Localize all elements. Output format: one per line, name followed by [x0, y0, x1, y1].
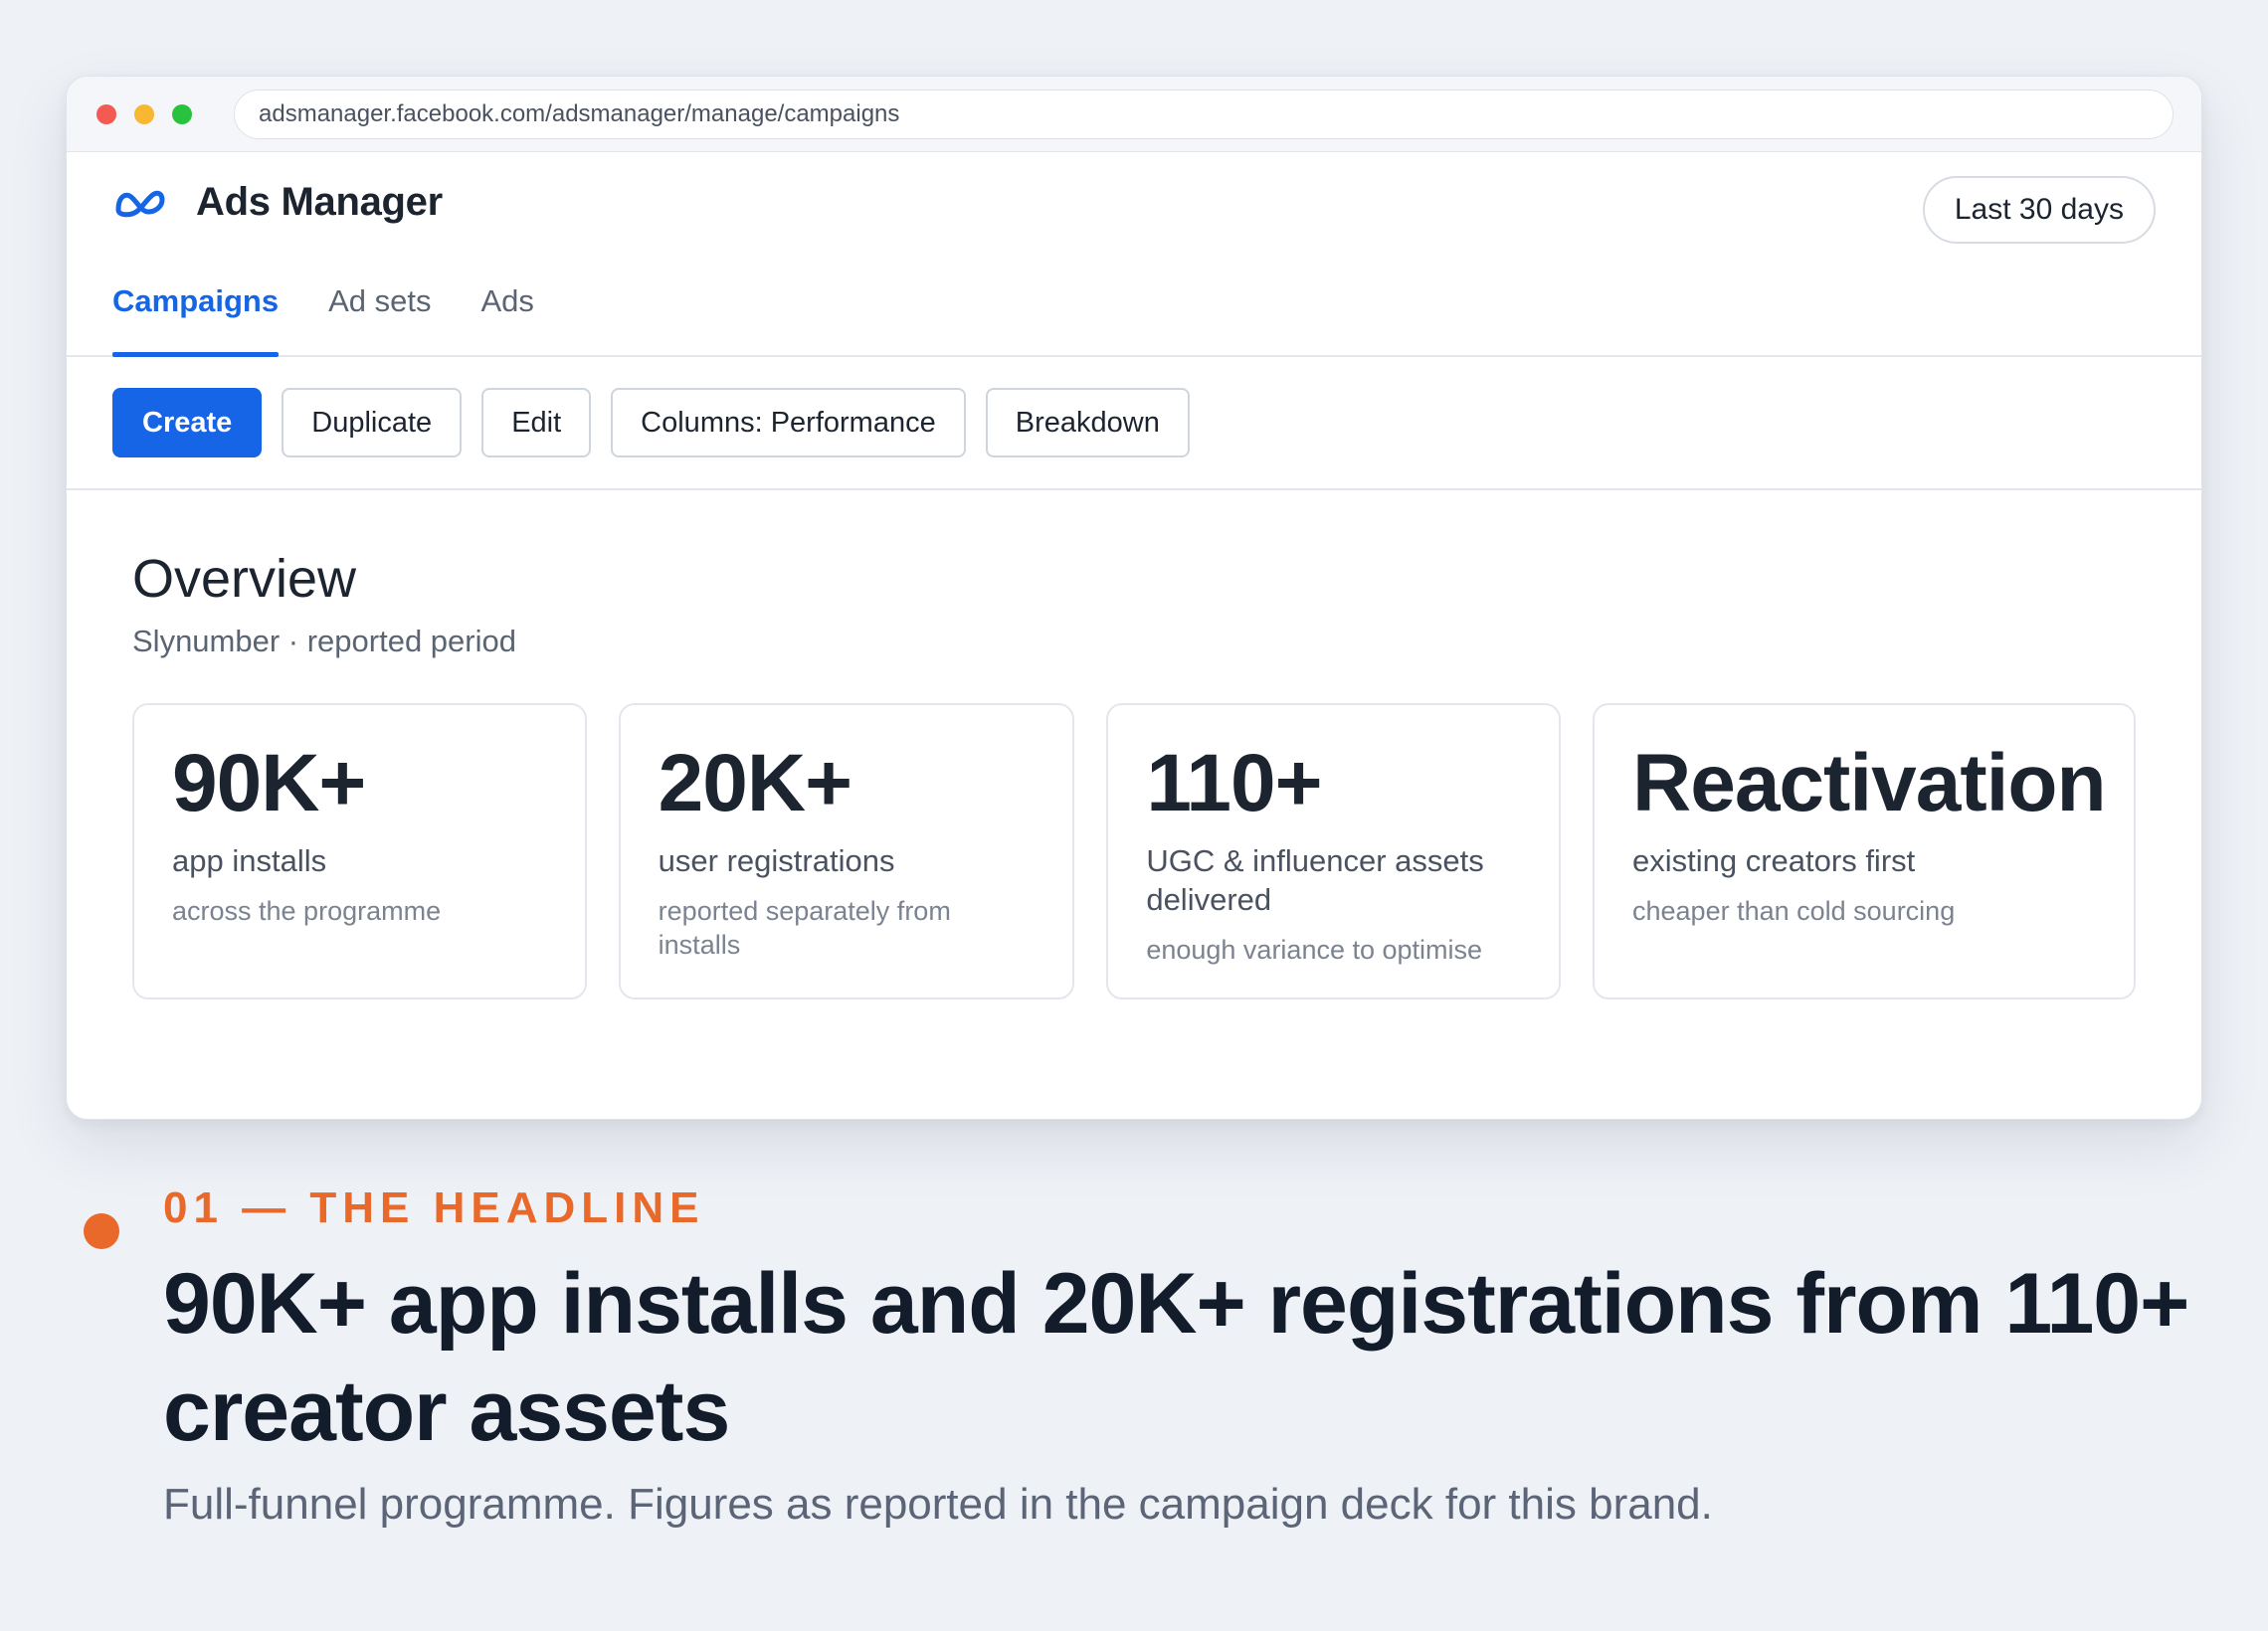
- maximize-window-button[interactable]: [172, 103, 192, 124]
- metric-card-installs: 90K+ app installs across the programme: [132, 703, 587, 999]
- metric-label: user registrations: [658, 843, 895, 879]
- overview-subtitle: Slynumber · reported period: [132, 624, 516, 658]
- toolbar: Create Duplicate Edit Columns: Performan…: [67, 357, 2201, 490]
- metric-cards: 90K+ app installs across the programme 2…: [132, 703, 2136, 999]
- headline: 90K+ app installs and 20K+ registrations…: [163, 1256, 2189, 1459]
- metric-card-reactivation: Reactivation existing creators first che…: [1593, 703, 2136, 999]
- section-marker-dot: [84, 1213, 119, 1249]
- address-bar-url: adsmanager.facebook.com/adsmanager/manag…: [259, 100, 900, 127]
- create-button[interactable]: Create: [112, 388, 263, 457]
- tab-bar: Campaigns Ad sets Ads: [67, 270, 2201, 357]
- metric-value: Reactivation: [1632, 738, 2107, 828]
- metric-value: 20K+: [658, 738, 852, 828]
- metric-value: 90K+: [172, 738, 366, 828]
- overview-section: Overview Slynumber · reported period 90K…: [67, 490, 2201, 999]
- columns-button[interactable]: Columns: Performance: [611, 388, 966, 457]
- browser-chrome: adsmanager.facebook.com/adsmanager/manag…: [67, 77, 2201, 152]
- overview-title: Overview: [132, 549, 357, 609]
- close-window-button[interactable]: [96, 103, 116, 124]
- metric-card-registrations: 20K+ user registrations reported separat…: [618, 703, 1075, 999]
- metric-label: app installs: [172, 843, 327, 879]
- section-eyebrow: 01 — THE HEADLINE: [163, 1183, 705, 1232]
- brand: Ads Manager: [114, 180, 443, 225]
- address-bar[interactable]: adsmanager.facebook.com/adsmanager/manag…: [234, 90, 2174, 139]
- subline: Full-funnel programme. Figures as report…: [163, 1480, 1713, 1529]
- tab-campaigns[interactable]: Campaigns: [112, 270, 280, 357]
- tab-ads[interactable]: Ads: [481, 270, 534, 355]
- metric-note: cheaper than cold sourcing: [1632, 895, 1956, 926]
- metric-note: across the programme: [172, 895, 442, 926]
- browser-window: adsmanager.facebook.com/adsmanager/manag…: [66, 76, 2202, 1120]
- minimize-window-button[interactable]: [134, 103, 154, 124]
- metric-card-assets: 110+ UGC & influencer assets delivered e…: [1106, 703, 1561, 999]
- metric-note: enough variance to optimise: [1146, 934, 1483, 965]
- duplicate-button[interactable]: Duplicate: [282, 388, 463, 457]
- metric-label: UGC & influencer assets delivered: [1146, 843, 1484, 917]
- meta-logo-icon: [115, 190, 165, 217]
- app-header: Ads Manager Last 30 days: [67, 152, 2201, 270]
- metric-label: existing creators first: [1632, 843, 1916, 879]
- date-range-button[interactable]: Last 30 days: [1922, 176, 2156, 244]
- metric-note: reported separately from installs: [658, 895, 951, 960]
- breakdown-button[interactable]: Breakdown: [985, 388, 1190, 457]
- tab-ad-sets[interactable]: Ad sets: [328, 270, 431, 355]
- metric-value: 110+: [1146, 738, 1322, 828]
- app-title: Ads Manager: [196, 180, 443, 224]
- edit-button[interactable]: Edit: [481, 388, 592, 457]
